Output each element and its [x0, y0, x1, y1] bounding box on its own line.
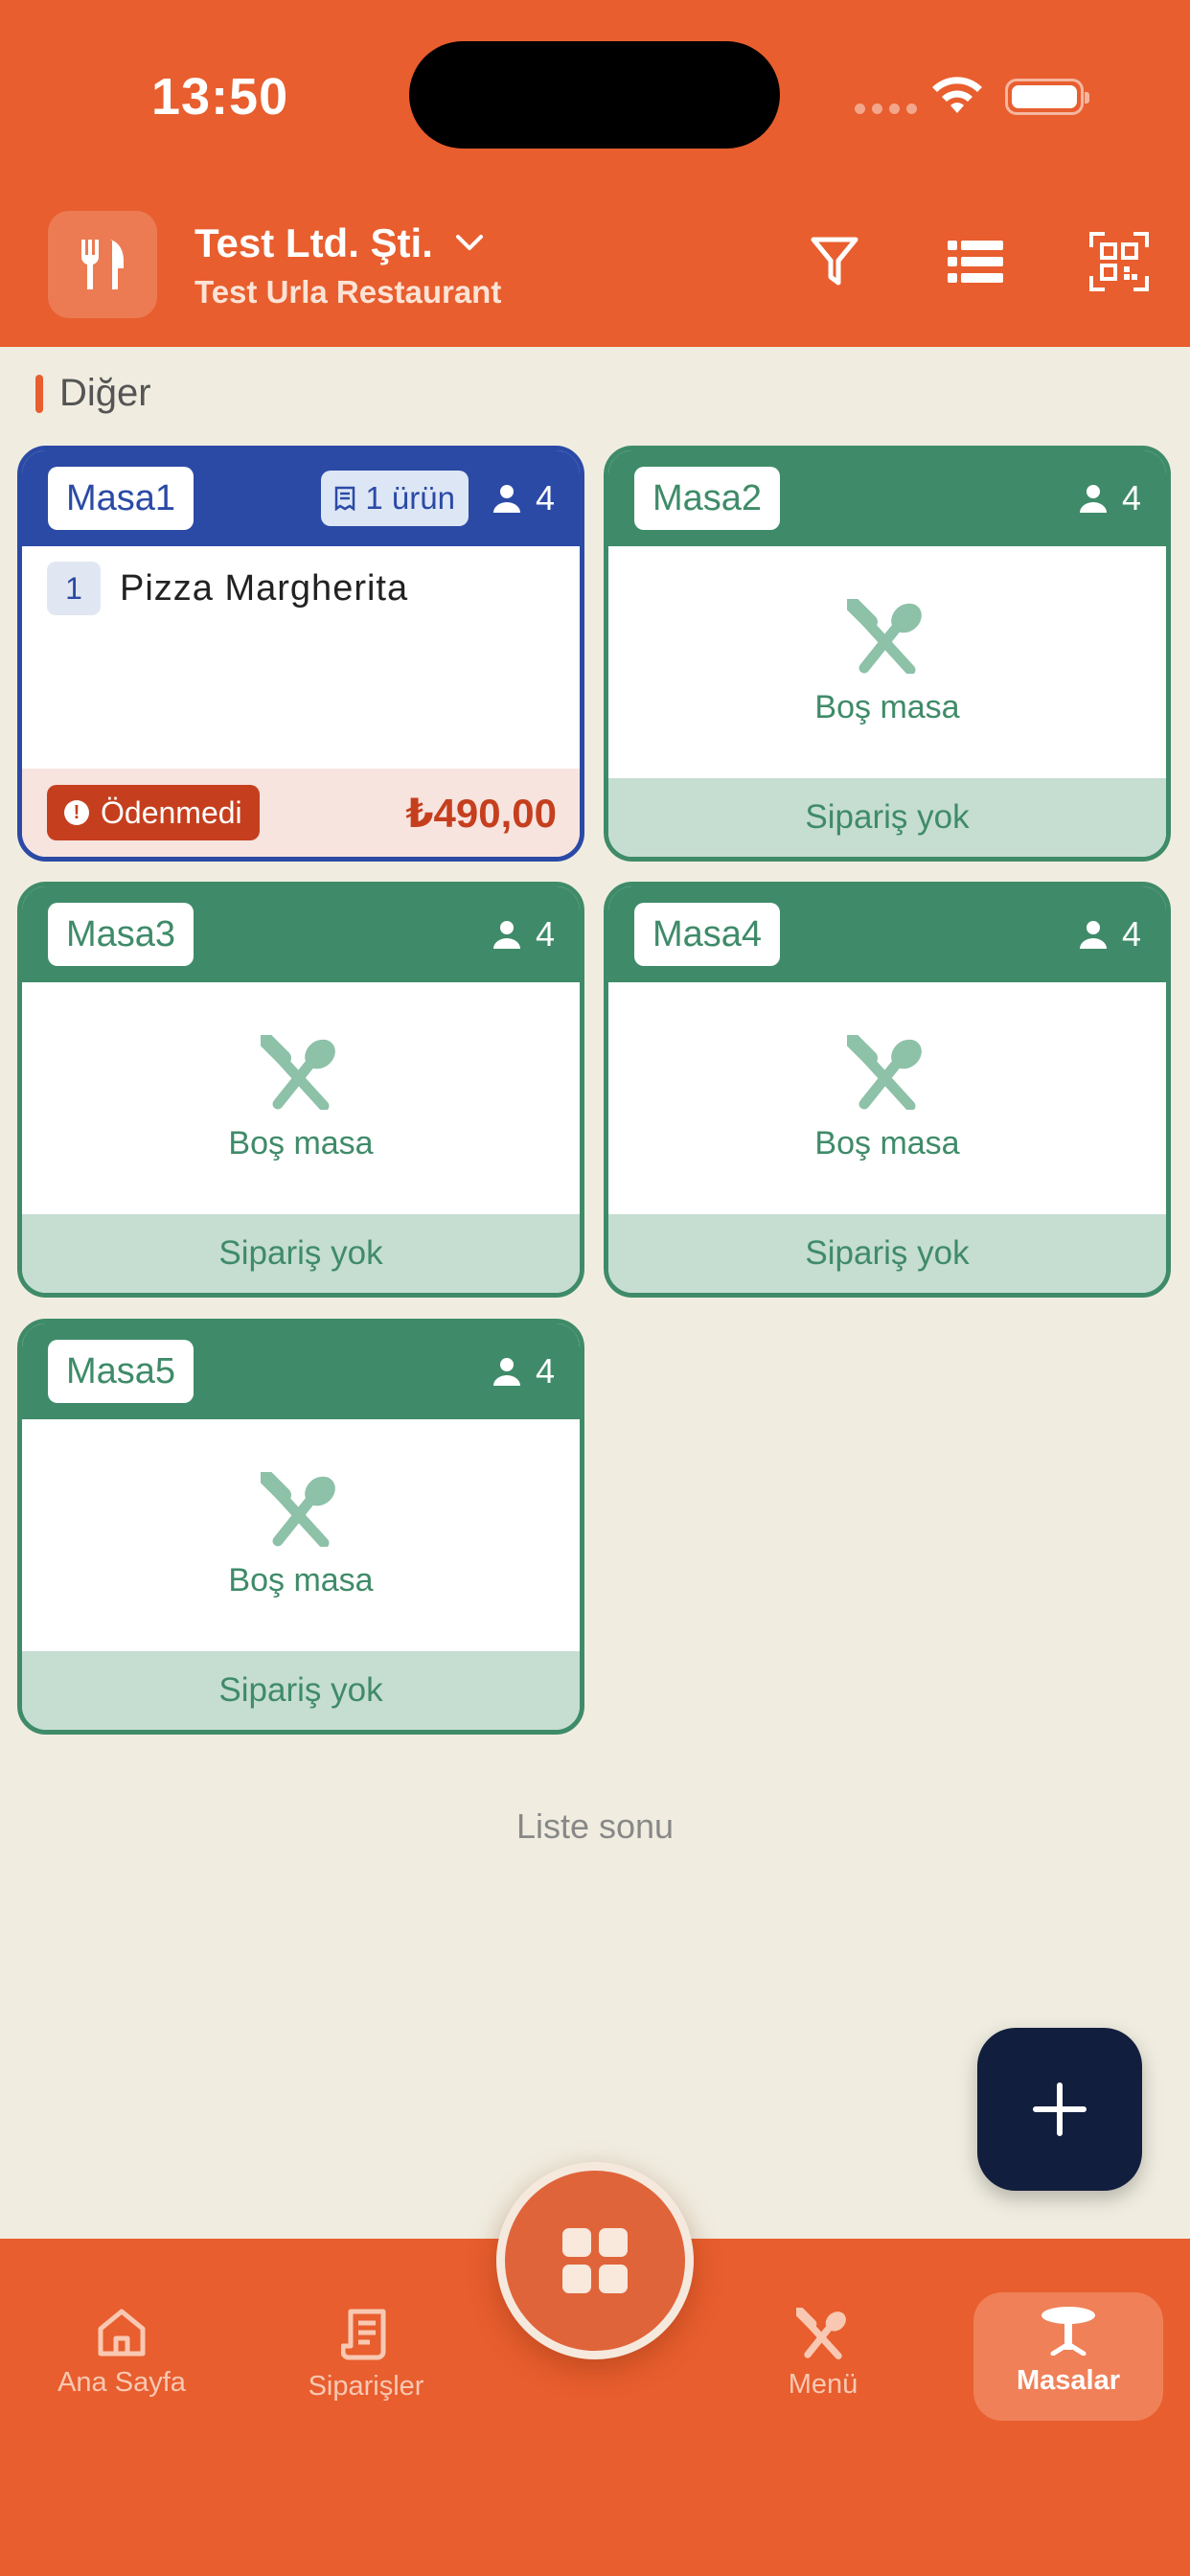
app-header: 13:50 Test Ltd. Şti. Test Urla Restauran…: [0, 0, 1190, 347]
table-card-footer: Sipariş yok: [608, 1214, 1166, 1293]
nav-label-tables: Masalar: [1016, 2365, 1120, 2396]
receipt-icon: [341, 2309, 386, 2360]
item-count-label: 1 ürün: [365, 480, 455, 516]
chevron-down-icon: [455, 235, 483, 250]
person-icon: [492, 921, 520, 949]
nav-label-home: Ana Sayfa: [57, 2367, 186, 2398]
list-view-button[interactable]: [944, 230, 1007, 293]
plus-icon: [1033, 2082, 1087, 2136]
qr-scan-button[interactable]: [1087, 230, 1151, 293]
item-quantity: 1: [47, 562, 101, 615]
table-name: Masa4: [634, 903, 781, 966]
table-card-footer: Sipariş yok: [608, 778, 1166, 857]
empty-table-label: Boş masa: [228, 1561, 374, 1598]
guest-count: 4: [492, 478, 555, 518]
wifi-icon: [932, 77, 982, 113]
alert-icon: !: [64, 800, 89, 825]
fork-spoon-icon: [847, 598, 922, 674]
list-item: 1 Pizza Margherita: [47, 562, 557, 615]
section-accent: [35, 374, 43, 413]
table-name: Masa2: [634, 467, 781, 530]
table-card-masa5[interactable]: Masa5 4 Boş masa Sipariş yok: [17, 1319, 584, 1735]
home-icon: [98, 2309, 146, 2357]
item-count-badge: 1 ürün: [321, 471, 469, 526]
table-card-header: Masa1 1 ürün 4: [22, 450, 580, 546]
empty-table-body: Boş masa: [608, 982, 1166, 1214]
guest-count-value: 4: [535, 914, 555, 954]
table-card-footer: ! Ödenmedi ₺490,00: [22, 769, 580, 857]
table-card-masa3[interactable]: Masa3 4 Boş masa Sipariş yok: [17, 882, 584, 1298]
table-card-masa4[interactable]: Masa4 4 Boş masa Sipariş yok: [604, 882, 1171, 1298]
empty-table-label: Boş masa: [814, 688, 960, 725]
order-total: ₺490,00: [405, 790, 557, 836]
order-items: 1 Pizza Margherita: [22, 546, 580, 769]
nav-label-orders: Siparişler: [308, 2371, 424, 2402]
guest-count: 4: [492, 914, 555, 954]
fork-spoon-icon: [796, 2308, 846, 2359]
table-card-masa1[interactable]: Masa1 1 ürün 4 1 Pizza Margherita ! Öden…: [17, 446, 584, 862]
status-badge: ! Ödenmedi: [47, 785, 260, 840]
nav-item-menu[interactable]: Menü: [703, 2308, 943, 2432]
item-name: Pizza Margherita: [120, 567, 409, 609]
restaurant-logo[interactable]: [48, 211, 157, 318]
table-card-header: Masa3 4: [22, 886, 580, 982]
section-label: Diğer: [59, 372, 151, 414]
dashboard-button-inner: [505, 2171, 685, 2351]
person-icon: [1079, 485, 1107, 513]
status-time: 13:50: [151, 68, 289, 126]
nav-item-home[interactable]: Ana Sayfa: [2, 2308, 241, 2432]
add-table-button[interactable]: [977, 2028, 1142, 2191]
qr-code-icon: [1089, 232, 1149, 291]
dynamic-island: [409, 41, 780, 149]
guest-count: 4: [1078, 478, 1141, 518]
person-icon: [492, 485, 520, 513]
table-name: Masa1: [48, 467, 195, 530]
nav-item-orders[interactable]: Siparişler: [246, 2308, 486, 2432]
guest-count-value: 4: [535, 478, 555, 518]
empty-table-body: Boş masa: [22, 982, 580, 1214]
table-name: Masa5: [48, 1340, 195, 1403]
fork-spoon-icon: [847, 1034, 922, 1110]
table-card-footer: Sipariş yok: [22, 1651, 580, 1730]
empty-table-label: Boş masa: [228, 1124, 374, 1162]
guest-count-value: 4: [1121, 478, 1141, 518]
table-icon: [1041, 2307, 1095, 2356]
grid-icon: [562, 2228, 628, 2293]
company-name: Test Ltd. Şti.: [195, 220, 433, 265]
section-header: Diğer: [35, 372, 151, 415]
table-card-header: Masa4 4: [608, 886, 1166, 982]
filter-icon: [811, 237, 858, 286]
empty-table-body: Boş masa: [608, 546, 1166, 778]
guest-count-value: 4: [1121, 914, 1141, 954]
nav-label-menu: Menü: [788, 2369, 858, 2400]
table-card-header: Masa2 4: [608, 450, 1166, 546]
fork-spoon-icon: [261, 1471, 335, 1547]
company-selector[interactable]: Test Ltd. Şti.: [195, 220, 485, 266]
table-card-header: Masa5 4: [22, 1323, 580, 1419]
cellular-signal-icon: [855, 104, 917, 114]
dashboard-button[interactable]: [496, 2162, 694, 2359]
list-icon: [948, 241, 1003, 283]
guest-count: 4: [1078, 914, 1141, 954]
table-name: Masa3: [48, 903, 195, 966]
battery-icon: [1005, 79, 1089, 115]
person-icon: [1079, 921, 1107, 949]
table-card-footer: Sipariş yok: [22, 1214, 580, 1293]
restaurant-name: Test Urla Restaurant: [195, 274, 502, 310]
empty-table-label: Boş masa: [814, 1124, 960, 1162]
utensils-icon: [80, 240, 124, 289]
list-end-label: Liste sonu: [515, 1806, 675, 1846]
person-icon: [492, 1358, 520, 1386]
filter-button[interactable]: [803, 230, 866, 293]
fork-spoon-icon: [261, 1034, 335, 1110]
guest-count: 4: [492, 1351, 555, 1392]
empty-table-body: Boş masa: [22, 1419, 580, 1651]
table-card-masa2[interactable]: Masa2 4 Boş masa Sipariş yok: [604, 446, 1171, 862]
receipt-icon: [335, 486, 355, 511]
guest-count-value: 4: [535, 1351, 555, 1391]
nav-item-tables[interactable]: Masalar: [973, 2292, 1163, 2421]
status-label: Ödenmedi: [101, 794, 242, 830]
